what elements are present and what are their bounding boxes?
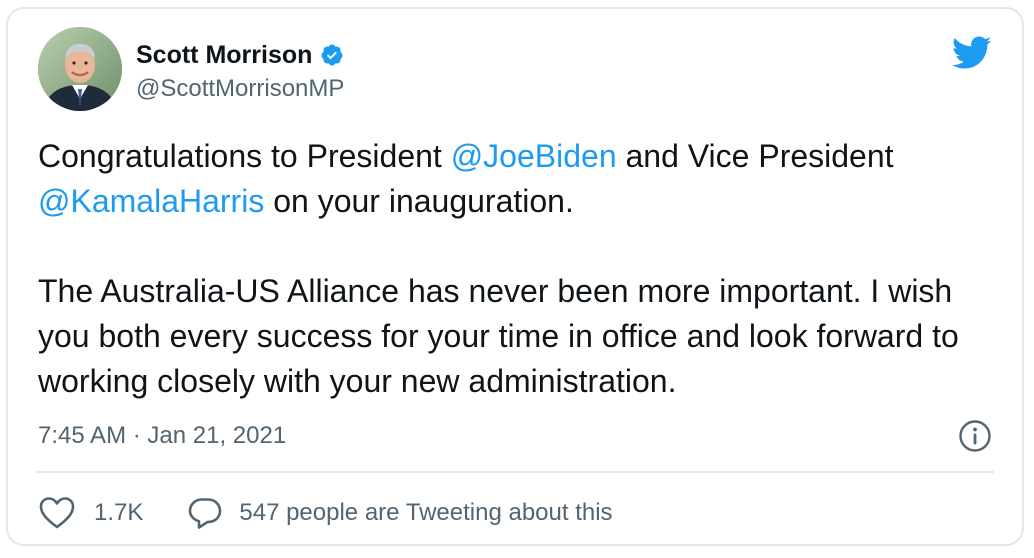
tweet-text-segment: on your inauguration. [264, 183, 574, 219]
tweet-paragraph-1: Congratulations to President @JoeBiden a… [38, 134, 998, 224]
tweet-paragraph-2: The Australia-US Alliance has never been… [38, 273, 959, 399]
mention-kamalaharris-link[interactable]: @KamalaHarris [38, 183, 264, 219]
avatar-photo [38, 27, 122, 111]
tweet-timestamp[interactable]: 7:45 AM · Jan 21, 2021 [38, 421, 286, 451]
conversation-link[interactable]: 547 people are Tweeting about this [187, 496, 613, 530]
like-count[interactable]: 1.7K [94, 498, 143, 528]
speech-bubble-icon [189, 498, 222, 529]
conversation-text: 547 people are Tweeting about this [239, 499, 613, 526]
avatar[interactable] [38, 27, 122, 111]
divider [36, 471, 994, 473]
author-handle[interactable]: @ScottMorrisonMP [136, 74, 344, 104]
heart-icon[interactable] [38, 495, 76, 531]
tweet-text-segment: Congratulations to President [38, 138, 451, 174]
engagement-bar: 1.7K 547 people are Tweeting about this [38, 494, 613, 532]
verified-badge-icon [321, 44, 343, 66]
tweet-body: Congratulations to President @JoeBiden a… [38, 134, 998, 404]
twitter-bird-icon[interactable] [952, 36, 992, 70]
tweet-text-segment: and Vice President [616, 138, 894, 174]
mention-joebiden-link[interactable]: @JoeBiden [451, 138, 617, 174]
author-name-row[interactable]: Scott Morrison [136, 40, 344, 70]
info-icon[interactable] [958, 419, 992, 453]
author-name[interactable]: Scott Morrison [136, 40, 312, 70]
